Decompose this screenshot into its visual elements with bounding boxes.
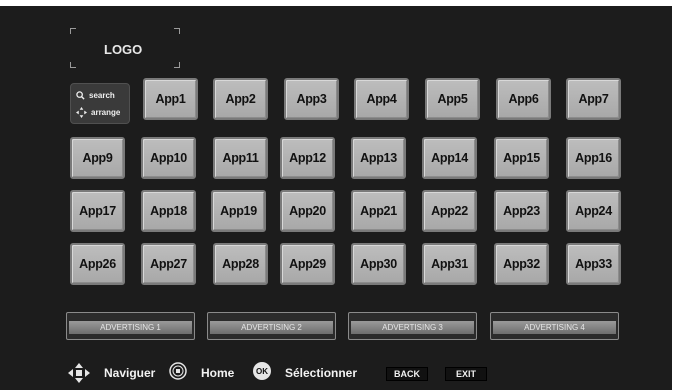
app-tile[interactable]: App4 [354, 78, 409, 120]
select-label: Sélectionner [285, 366, 358, 380]
app-tile[interactable]: App29 [280, 243, 335, 285]
ok-icon: OK [253, 362, 271, 380]
app-tile[interactable]: App9 [70, 137, 125, 179]
advertising-banner[interactable]: ADVERTISING 1 [66, 312, 195, 340]
app-tile[interactable]: App30 [351, 243, 406, 285]
app-tile[interactable]: App31 [422, 243, 477, 285]
dpad-icon [68, 363, 90, 383]
app-tile[interactable]: App18 [141, 190, 196, 232]
app-tile[interactable]: App2 [213, 78, 268, 120]
exit-key[interactable]: EXIT [445, 367, 487, 381]
back-key[interactable]: BACK [386, 367, 428, 381]
arrange-button[interactable]: arrange [76, 105, 120, 119]
app-tile[interactable]: App6 [496, 78, 551, 120]
advertising-label: ADVERTISING 1 [69, 321, 192, 334]
app-tile[interactable]: App22 [422, 190, 477, 232]
home-icon [169, 362, 187, 380]
advertising-banner[interactable]: ADVERTISING 2 [207, 312, 336, 340]
app-tile[interactable]: App11 [213, 137, 268, 179]
search-arrange-panel: search arrange [70, 83, 130, 124]
app-tile[interactable]: App32 [494, 243, 549, 285]
tv-screen: LOGO search arrange App1 App2 App3 App4 … [0, 6, 672, 390]
app-tile[interactable]: App16 [566, 137, 621, 179]
app-tile[interactable]: App21 [351, 190, 406, 232]
app-tile[interactable]: App12 [280, 137, 335, 179]
search-label: search [89, 90, 115, 100]
ok-badge-text: OK [256, 366, 268, 376]
app-tile[interactable]: App7 [566, 78, 621, 120]
app-tile[interactable]: App15 [494, 137, 549, 179]
app-tile[interactable]: App19 [211, 190, 266, 232]
app-tile[interactable]: App5 [425, 78, 480, 120]
app-tile[interactable]: App24 [566, 190, 621, 232]
advertising-label: ADVERTISING 2 [210, 321, 333, 334]
search-icon [76, 90, 85, 100]
app-tile[interactable]: App13 [351, 137, 406, 179]
app-tile[interactable]: App3 [284, 78, 339, 120]
arrange-label: arrange [91, 107, 121, 117]
app-tile[interactable]: App28 [213, 243, 268, 285]
logo-corner [70, 62, 76, 68]
logo-corner [70, 28, 76, 34]
app-tile[interactable]: App27 [141, 243, 196, 285]
app-tile[interactable]: App1 [143, 78, 198, 120]
advertising-banner[interactable]: ADVERTISING 4 [490, 312, 619, 340]
advertising-label: ADVERTISING 4 [493, 321, 616, 334]
app-tile[interactable]: App10 [141, 137, 196, 179]
logo-text: LOGO [104, 42, 143, 57]
arrange-icon [76, 106, 87, 118]
home-label: Home [201, 366, 235, 380]
logo: LOGO [70, 28, 180, 68]
app-tile[interactable]: App26 [70, 243, 125, 285]
app-tile[interactable]: App33 [566, 243, 621, 285]
logo-corner [174, 62, 180, 68]
advertising-label: ADVERTISING 3 [351, 321, 474, 334]
app-tile[interactable]: App14 [422, 137, 477, 179]
navigate-label: Naviguer [104, 366, 156, 380]
app-tile[interactable]: App17 [70, 190, 125, 232]
app-tile[interactable]: App20 [280, 190, 335, 232]
app-tile[interactable]: App23 [494, 190, 549, 232]
logo-corner [174, 28, 180, 34]
search-button[interactable]: search [76, 88, 115, 102]
advertising-banner[interactable]: ADVERTISING 3 [348, 312, 477, 340]
